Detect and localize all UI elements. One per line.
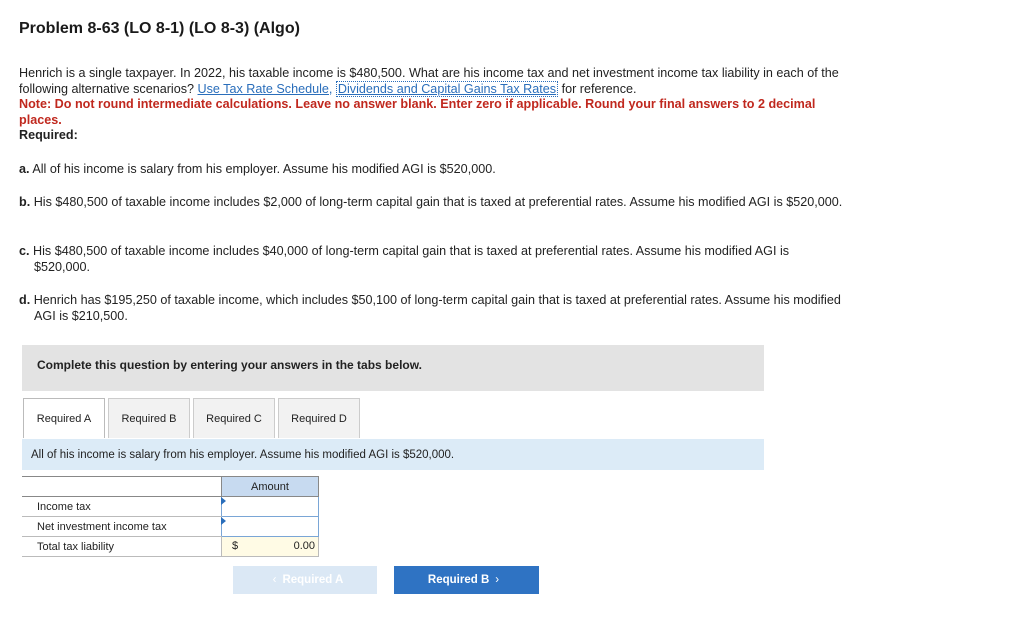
- scenario-text: His $480,500 of taxable income includes …: [33, 244, 790, 274]
- row-label-income-tax: Income tax: [22, 496, 222, 517]
- prev-button[interactable]: ‹ Required A: [233, 566, 377, 594]
- scenario-label: a.: [19, 162, 30, 176]
- problem-title: Problem 8-63 (LO 8-1) (LO 8-3) (Algo): [19, 20, 300, 37]
- scenario-text: All of his income is salary from his emp…: [32, 162, 496, 176]
- tab-content-panel: All of his income is salary from his emp…: [22, 439, 764, 470]
- total-tax-value: 0.00: [293, 540, 315, 552]
- income-tax-input[interactable]: [222, 499, 318, 514]
- scenario-label: b.: [19, 195, 31, 209]
- table-row: Income tax: [22, 496, 319, 517]
- total-tax-cell: $ 0.00: [221, 536, 319, 557]
- tab-required-a[interactable]: Required A: [23, 398, 105, 438]
- note-text: Note: Do not round intermediate calculat…: [19, 97, 816, 127]
- next-label: Required B: [427, 574, 490, 586]
- scenario-text: His $480,500 of taxable income includes …: [33, 195, 843, 209]
- instructions-banner: Complete this question by entering your …: [22, 345, 764, 391]
- instructions-text: Complete this question by entering your …: [37, 358, 422, 372]
- prev-label: Required A: [282, 574, 344, 586]
- chevron-right-icon: ›: [495, 574, 500, 586]
- scenario-text: Henrich has $195,250 of taxable income, …: [33, 293, 841, 323]
- chevron-left-icon: ‹: [272, 574, 277, 586]
- tax-rate-schedule-link[interactable]: Use Tax Rate Schedule,: [198, 82, 333, 96]
- scenario-label: c.: [19, 244, 30, 258]
- scenario-d: d. Henrich has $195,250 of taxable incom…: [19, 293, 844, 324]
- table-row: Total tax liability $ 0.00: [22, 536, 319, 557]
- problem-intro: Henrich is a single taxpayer. In 2022, h…: [19, 66, 839, 144]
- currency-symbol: $: [232, 540, 239, 552]
- tab-content-text: All of his income is salary from his emp…: [31, 449, 455, 461]
- intro-text-end: for reference.: [558, 81, 637, 96]
- tab-required-d[interactable]: Required D: [278, 398, 360, 438]
- row-label-total: Total tax liability: [22, 536, 222, 557]
- answer-table: Amount Income tax Net investment income …: [22, 476, 319, 557]
- scenario-b: b. His $480,500 of taxable income includ…: [19, 195, 844, 211]
- row-label-niit: Net investment income tax: [22, 516, 222, 537]
- required-label: Required:: [19, 128, 78, 142]
- niit-input[interactable]: [222, 519, 318, 534]
- dividends-rates-link[interactable]: Dividends and Capital Gains Tax Rates: [335, 80, 559, 97]
- next-button[interactable]: Required B ›: [394, 566, 539, 594]
- table-header-row: Amount: [22, 476, 319, 497]
- scenario-c: c. His $480,500 of taxable income includ…: [19, 244, 844, 275]
- scenario-a: a. All of his income is salary from his …: [19, 162, 844, 178]
- required-marker-icon: [221, 517, 226, 525]
- tab-bar: Required A Required B Required C Require…: [23, 398, 363, 439]
- scenario-label: d.: [19, 293, 31, 307]
- table-row: Net investment income tax: [22, 516, 319, 537]
- niit-cell: [221, 516, 319, 537]
- income-tax-cell: [221, 496, 319, 517]
- tab-required-b[interactable]: Required B: [108, 398, 190, 438]
- header-blank: [22, 476, 222, 497]
- required-marker-icon: [221, 497, 226, 505]
- amount-header: Amount: [221, 476, 319, 497]
- tab-required-c[interactable]: Required C: [193, 398, 275, 438]
